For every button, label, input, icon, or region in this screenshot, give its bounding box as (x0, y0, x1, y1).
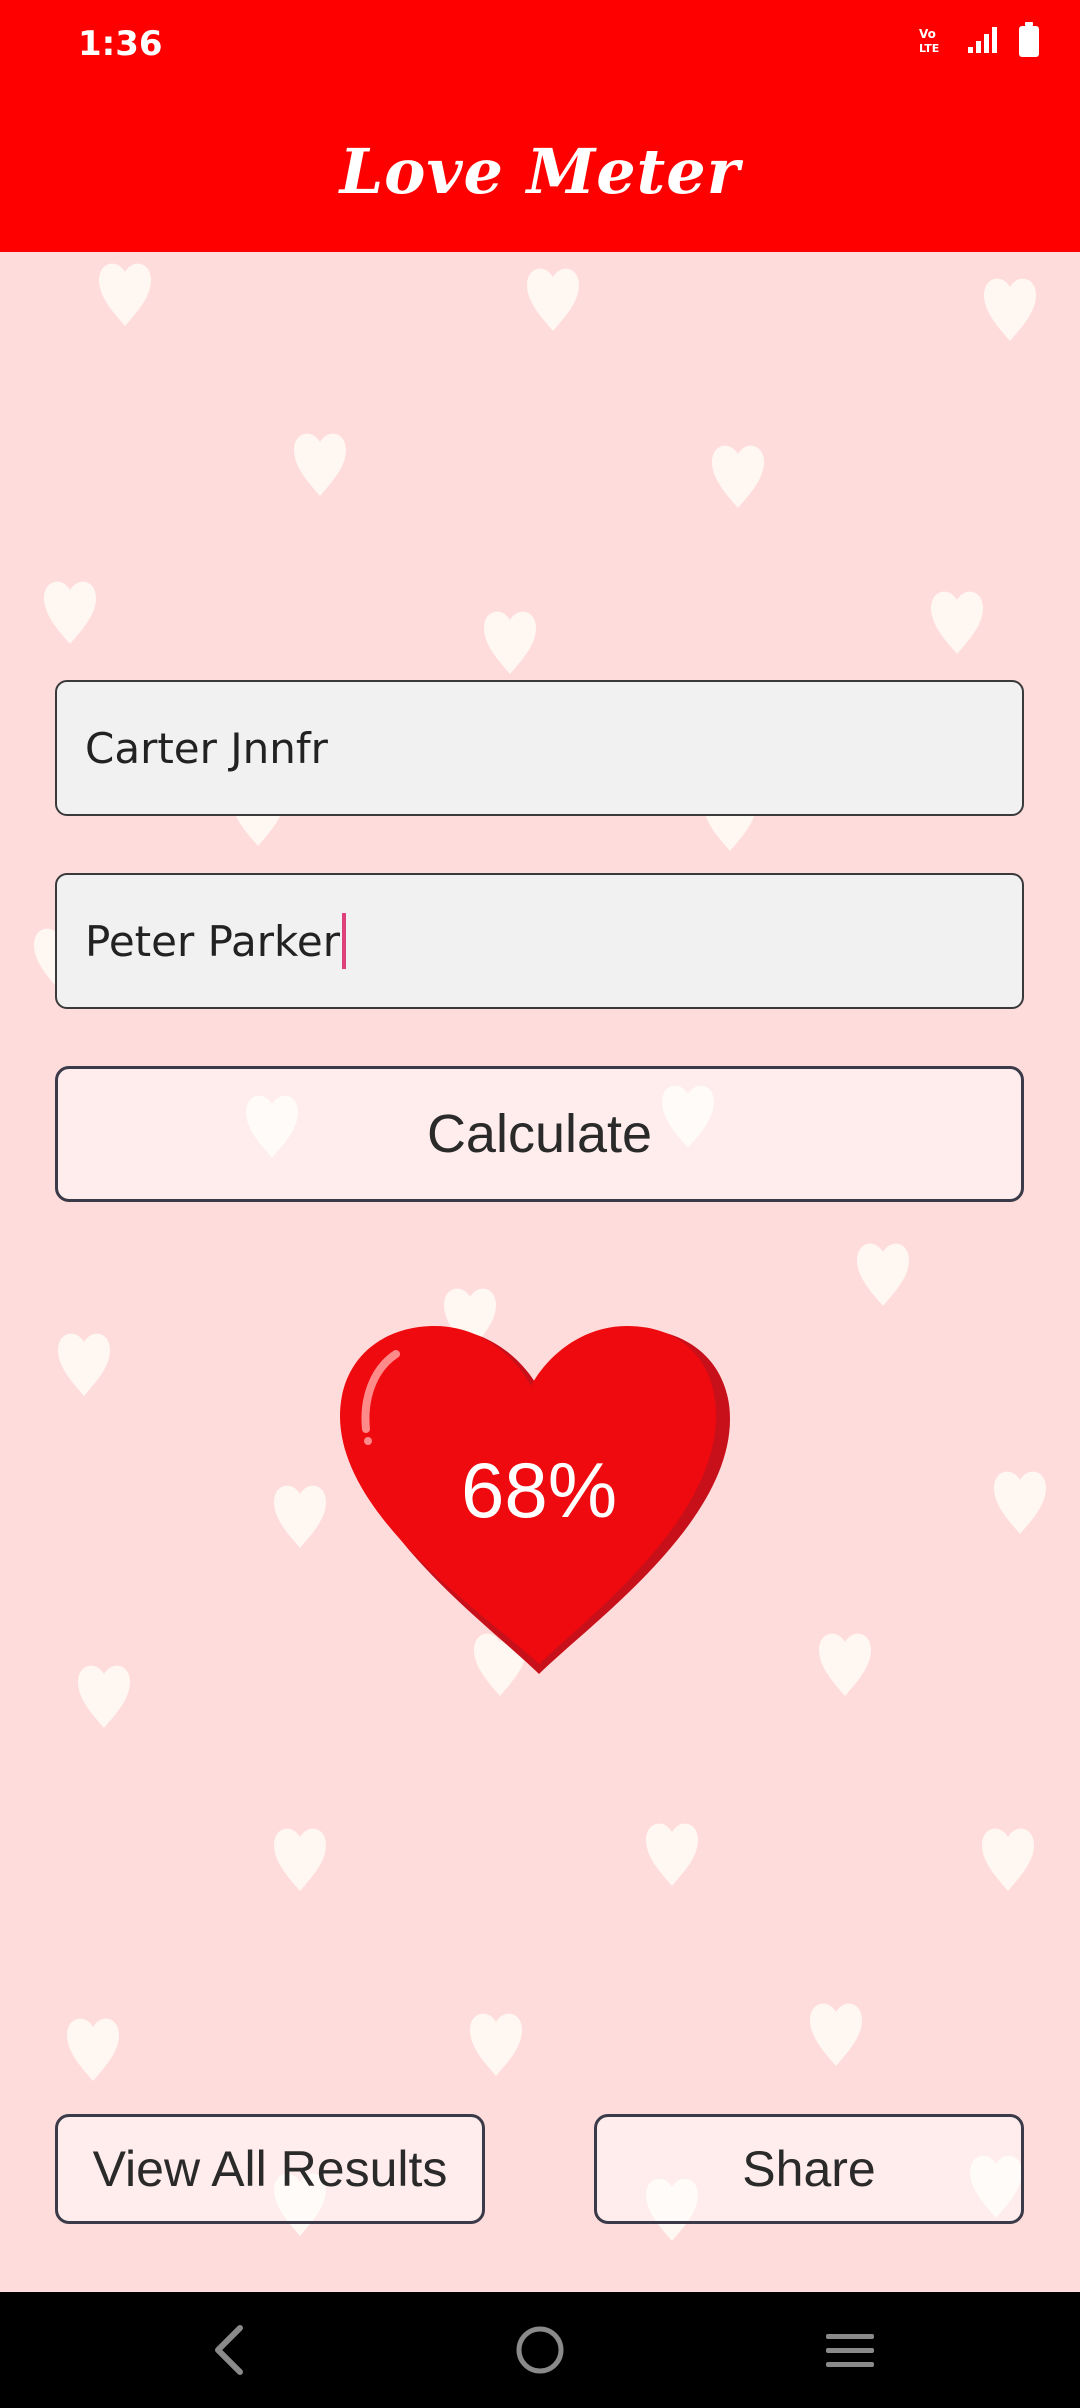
background-heart (994, 1471, 1046, 1534)
status-time: 1:36 (78, 24, 163, 64)
status-bar: 1:36 Vo LTE (0, 0, 1080, 90)
background-heart (819, 1633, 871, 1696)
background-heart (712, 445, 764, 508)
background-heart (931, 591, 983, 654)
main-content: Carter Jnnfr Peter Parker Calculate 68% … (0, 252, 1080, 2292)
first-name-field[interactable]: Carter Jnnfr (55, 680, 1024, 816)
second-name-field[interactable]: Peter Parker (55, 873, 1024, 1009)
background-heart (274, 1485, 326, 1548)
svg-text:Vo: Vo (919, 27, 936, 41)
background-heart (810, 2003, 862, 2066)
match-percentage: 68% (460, 1445, 618, 1534)
background-heart (274, 1828, 326, 1891)
home-icon[interactable] (510, 2320, 570, 2380)
share-button-label: Share (742, 2141, 876, 2197)
background-heart (58, 1333, 110, 1396)
status-icons: Vo LTE (918, 22, 1040, 58)
background-hearts-pattern (34, 263, 1046, 2241)
background-heart (646, 1823, 698, 1886)
calculate-button-label: Calculate (426, 1104, 653, 1164)
battery-icon (1019, 22, 1039, 57)
system-nav-bar (0, 2292, 1080, 2408)
share-button[interactable]: Share (594, 2114, 1024, 2224)
recents-icon[interactable] (820, 2320, 880, 2380)
background-heart (67, 2018, 119, 2081)
second-name-value: Peter Parker (85, 916, 340, 966)
background-heart (857, 1243, 909, 1306)
first-name-value: Carter Jnnfr (85, 723, 328, 773)
background-heart (527, 268, 579, 331)
app-bar: Love Meter (0, 90, 1080, 252)
text-cursor (341, 913, 346, 969)
view-all-results-button[interactable]: View All Results (55, 2114, 485, 2224)
volte-icon: Vo LTE (919, 27, 939, 54)
calculate-button[interactable]: Calculate (55, 1066, 1024, 1202)
signal-icon (968, 27, 997, 53)
background-heart (484, 611, 536, 674)
background-heart (99, 263, 151, 326)
back-icon[interactable] (200, 2320, 260, 2380)
result-heart: 68% (338, 1324, 740, 1676)
background-heart (294, 433, 346, 496)
background-heart (78, 1665, 130, 1728)
background-heart (984, 278, 1036, 341)
view-all-results-label: View All Results (92, 2141, 448, 2197)
app-title: Love Meter (339, 134, 741, 208)
background-heart (470, 2013, 522, 2076)
background-heart (982, 1828, 1034, 1891)
background-heart (44, 581, 96, 644)
svg-text:LTE: LTE (919, 42, 939, 54)
